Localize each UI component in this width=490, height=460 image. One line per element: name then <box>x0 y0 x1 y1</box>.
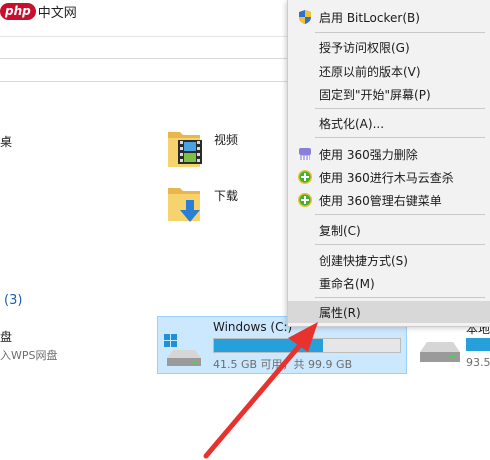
menu-item-label: 启用 BitLocker(B) <box>319 10 420 25</box>
360-plus-icon <box>298 193 312 207</box>
downloads-folder-icon <box>168 188 200 222</box>
menu-item-rename[interactable]: 重命名(M) <box>288 272 490 294</box>
menu-separator <box>315 297 485 298</box>
menu-item-create-shortcut[interactable]: 创建快捷方式(S) <box>288 249 490 271</box>
menu-item-label: 授予访问权限(G) <box>319 40 410 55</box>
downloads-folder[interactable] <box>166 182 202 229</box>
menu-separator <box>315 214 485 215</box>
menu-separator <box>315 108 485 109</box>
menu-item-360-manage[interactable]: 使用 360管理右键菜单 <box>288 189 490 211</box>
menu-item-format[interactable]: 格式化(A)... <box>288 112 490 134</box>
menu-item-properties[interactable]: 属性(R) <box>288 301 490 323</box>
address-bar[interactable] <box>0 58 287 82</box>
menu-item-label: 格式化(A)... <box>319 116 385 131</box>
downloads-folder-label[interactable]: 下载 <box>214 187 238 204</box>
videos-folder-icon <box>168 132 202 167</box>
videos-folder-label[interactable]: 视频 <box>214 131 238 148</box>
drive-c-usage-fill <box>214 339 323 352</box>
drive-c-name: Windows (C:) <box>213 320 293 334</box>
360-shredder-icon <box>299 148 311 160</box>
menu-item-label: 创建快捷方式(S) <box>319 253 408 268</box>
menu-separator <box>315 137 485 138</box>
drive-c-usage-bar <box>213 338 401 353</box>
shield-icon <box>299 10 311 24</box>
menu-item-label: 属性(R) <box>319 305 361 320</box>
wps-drive-subtitle: 入WPS网盘 <box>0 349 58 362</box>
ribbon-bar <box>0 24 287 37</box>
logo-site-text: 中文网 <box>37 5 77 21</box>
drive-d-icon <box>420 342 460 362</box>
menu-item-label: 复制(C) <box>319 223 361 238</box>
drive-d-size: 93.5 <box>466 356 490 369</box>
drive-d-usage-bar <box>466 338 490 351</box>
site-logo: php 中文网 <box>0 0 77 22</box>
menu-item-grant-access[interactable]: 授予访问权限(G) <box>288 36 490 58</box>
logo-php-badge: php <box>0 2 36 20</box>
devices-section-count[interactable]: (3) <box>4 293 22 308</box>
menu-item-label: 固定到"开始"屏幕(P) <box>319 87 431 102</box>
menu-item-restore-versions[interactable]: 还原以前的版本(V) <box>288 60 490 82</box>
menu-item-pin-start[interactable]: 固定到"开始"屏幕(P) <box>288 83 490 105</box>
menu-separator <box>315 244 485 245</box>
drive-c-icon <box>164 334 201 366</box>
videos-folder[interactable] <box>166 126 202 173</box>
menu-item-label: 使用 360强力删除 <box>319 147 418 162</box>
menu-item-360-shred[interactable]: 使用 360强力删除 <box>288 143 490 165</box>
wps-drive-label[interactable]: 盘 <box>0 328 12 345</box>
menu-item-label: 重命名(M) <box>319 276 375 291</box>
drive-c-size: 41.5 GB 可用，共 99.9 GB <box>213 358 353 371</box>
menu-item-360-scan[interactable]: 使用 360进行木马云查杀 <box>288 166 490 188</box>
menu-item-bitlocker[interactable]: 启用 BitLocker(B) <box>288 6 490 28</box>
menu-item-copy[interactable]: 复制(C) <box>288 219 490 241</box>
menu-separator <box>315 32 485 33</box>
desktop-folder-label[interactable]: 桌 <box>0 133 12 150</box>
menu-item-label: 还原以前的版本(V) <box>319 64 421 79</box>
menu-item-label: 使用 360进行木马云查杀 <box>319 170 454 185</box>
menu-item-label: 使用 360管理右键菜单 <box>319 193 442 208</box>
360-plus-icon <box>298 170 312 184</box>
context-menu: 启用 BitLocker(B) 授予访问权限(G) 还原以前的版本(V) 固定到… <box>287 0 490 327</box>
